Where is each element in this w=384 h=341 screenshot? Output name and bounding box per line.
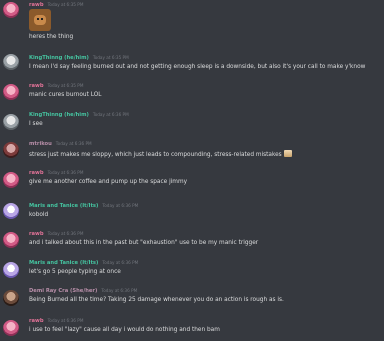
message-header: rawb Today at 6:36 PM — [29, 230, 83, 238]
message-header: Maris and Tanice (It/Its) Today at 6:36 P… — [29, 202, 138, 210]
message-header: mtrikou Today at 6:36 PM — [29, 140, 92, 148]
timestamp: Today at 6:36 PM — [102, 260, 139, 265]
avatar[interactable] — [3, 142, 19, 158]
message-text-content: stress just makes me sloppy, which just … — [29, 152, 282, 158]
avatar[interactable] — [3, 290, 19, 306]
timestamp: Today at 6:36 PM — [92, 112, 129, 117]
timestamp: Today at 6:36 PM — [47, 170, 84, 175]
avatar[interactable] — [3, 114, 19, 130]
message-text: heres the thing — [29, 34, 74, 40]
message-header: rawb Today at 6:36 PM — [29, 169, 83, 177]
author-name[interactable]: KingThinng (he/him) — [29, 112, 89, 118]
message-header: Demi Ray Cra (She/her) Today at 6:36 PM — [29, 287, 137, 295]
message-header: rawb Today at 6:35 PM — [29, 1, 83, 9]
message-text: let's go 5 people typing at once — [29, 269, 121, 275]
avatar[interactable] — [3, 203, 19, 219]
message-text: I see — [29, 121, 43, 127]
message-text: manic cures burnout LOL — [29, 92, 102, 98]
avatar[interactable] — [3, 262, 19, 278]
timestamp: Today at 6:35 PM — [47, 83, 84, 88]
message-text: kobold — [29, 212, 49, 218]
timestamp: Today at 6:36 PM — [102, 203, 139, 208]
avatar[interactable] — [3, 54, 19, 70]
message-text: Being Burned all the time? Taking 25 dam… — [29, 297, 284, 303]
author-name[interactable]: rawb — [29, 318, 44, 324]
timestamp: Today at 6:36 PM — [47, 318, 84, 323]
emoji-icon — [283, 150, 292, 157]
avatar[interactable] — [3, 172, 19, 188]
avatar[interactable] — [3, 320, 19, 336]
timestamp: Today at 6:36 PM — [101, 288, 138, 293]
author-name[interactable]: KingThinng (he/him) — [29, 55, 89, 61]
author-name[interactable]: rawb — [29, 2, 44, 8]
message-text: stress just makes me sloppy, which just … — [29, 150, 292, 159]
message-text: I mean I'd say feeling burned out and no… — [29, 64, 366, 70]
message-text: i use to feel "lazy" cause all day i wou… — [29, 327, 220, 333]
message-header: KingThinng (he/him) Today at 6:35 PM — [29, 54, 129, 62]
timestamp: Today at 6:35 PM — [47, 2, 84, 7]
avatar[interactable] — [3, 84, 19, 100]
message-header: rawb Today at 6:36 PM — [29, 317, 83, 325]
timestamp: Today at 6:36 PM — [55, 141, 92, 146]
author-name[interactable]: Maris and Tanice (It/Its) — [29, 203, 98, 209]
avatar[interactable] — [3, 2, 19, 18]
author-name[interactable]: rawb — [29, 83, 44, 89]
message-header: rawb Today at 6:35 PM — [29, 82, 83, 90]
timestamp: Today at 6:35 PM — [92, 55, 129, 60]
message-text: give me another coffee and pump up the s… — [29, 179, 188, 185]
author-name[interactable]: Maris and Tanice (It/Its) — [29, 260, 98, 266]
author-name[interactable]: rawb — [29, 231, 44, 237]
kobold-sticker — [29, 9, 51, 31]
chat-log: rawb Today at 6:35 PM heres the thing Kin… — [0, 0, 384, 341]
message-header: KingThinng (he/him) Today at 6:36 PM — [29, 111, 129, 119]
author-name[interactable]: mtrikou — [29, 141, 52, 147]
message-text: and i talked about this in the past but … — [29, 240, 259, 246]
avatar[interactable] — [3, 232, 19, 248]
author-name[interactable]: rawb — [29, 170, 44, 176]
author-name[interactable]: Demi Ray Cra (She/her) — [29, 288, 97, 294]
message-header: Maris and Tanice (It/Its) Today at 6:36 P… — [29, 259, 138, 267]
timestamp: Today at 6:36 PM — [47, 231, 84, 236]
